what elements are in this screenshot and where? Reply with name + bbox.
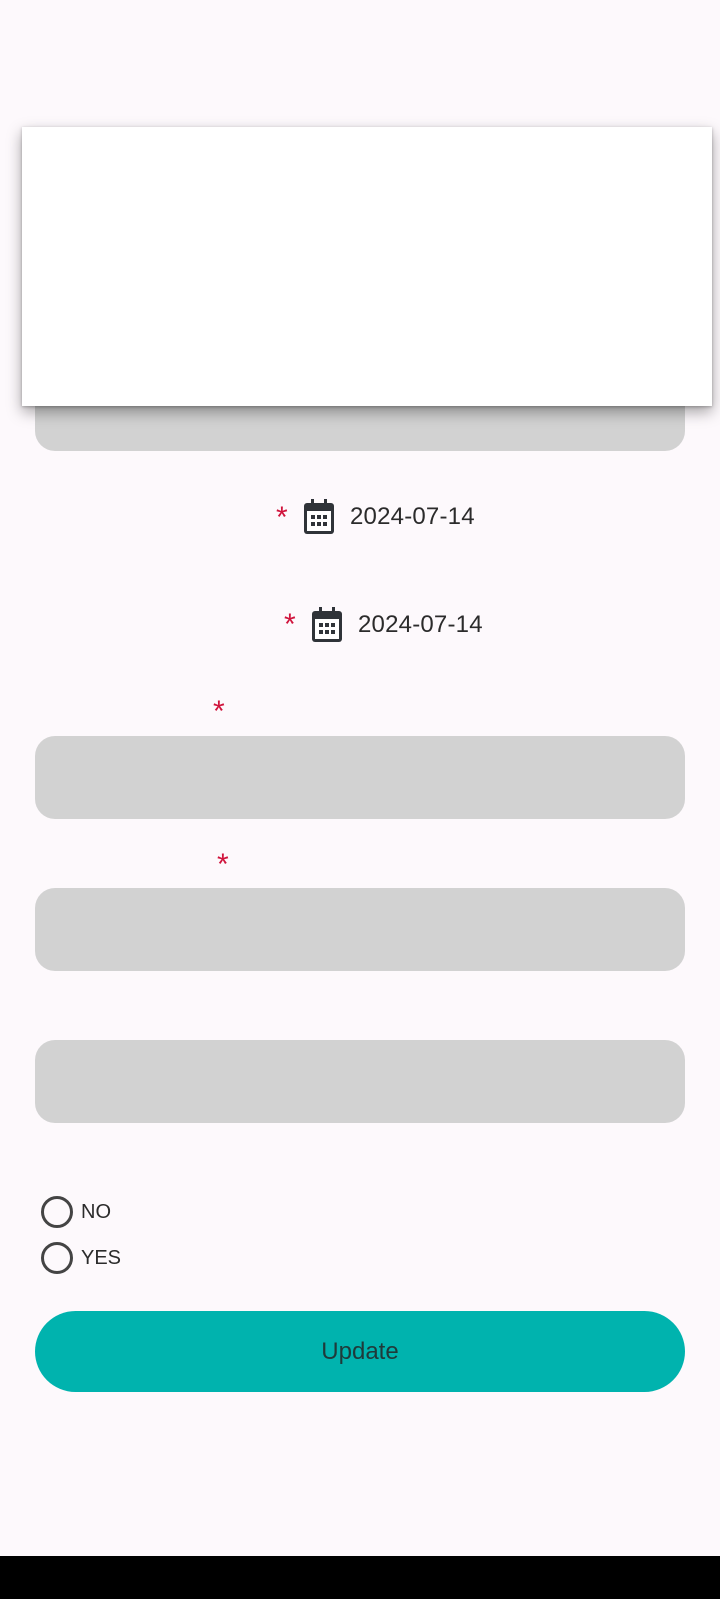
text-field-3[interactable] <box>35 1040 685 1123</box>
radio-label-no: NO <box>81 1200 111 1223</box>
required-asterisk: * <box>284 608 296 641</box>
navigation-bar <box>0 1556 720 1599</box>
required-asterisk: * <box>276 501 288 534</box>
radio-button[interactable] <box>41 1242 73 1274</box>
update-button[interactable]: Update <box>35 1311 685 1392</box>
status-bar <box>0 0 720 120</box>
text-field-1[interactable] <box>35 736 685 819</box>
required-asterisk: * <box>213 695 225 728</box>
radio-button[interactable] <box>41 1196 73 1228</box>
calendar-icon[interactable] <box>310 607 344 643</box>
radio-label-yes: YES <box>81 1246 122 1269</box>
date-value-1[interactable]: 2024-07-14 <box>350 503 475 531</box>
radio-option-yes[interactable]: YES <box>41 1242 121 1274</box>
date-picker-2[interactable]: 2024-07-14 <box>310 605 483 645</box>
radio-option-no[interactable]: NO <box>41 1196 111 1228</box>
calendar-icon[interactable] <box>302 499 336 535</box>
popup-menu[interactable] <box>22 127 712 406</box>
text-field-2[interactable] <box>35 888 685 971</box>
date-picker-1[interactable]: 2024-07-14 <box>302 497 475 537</box>
required-asterisk: * <box>217 848 229 881</box>
date-value-2[interactable]: 2024-07-14 <box>358 611 483 639</box>
